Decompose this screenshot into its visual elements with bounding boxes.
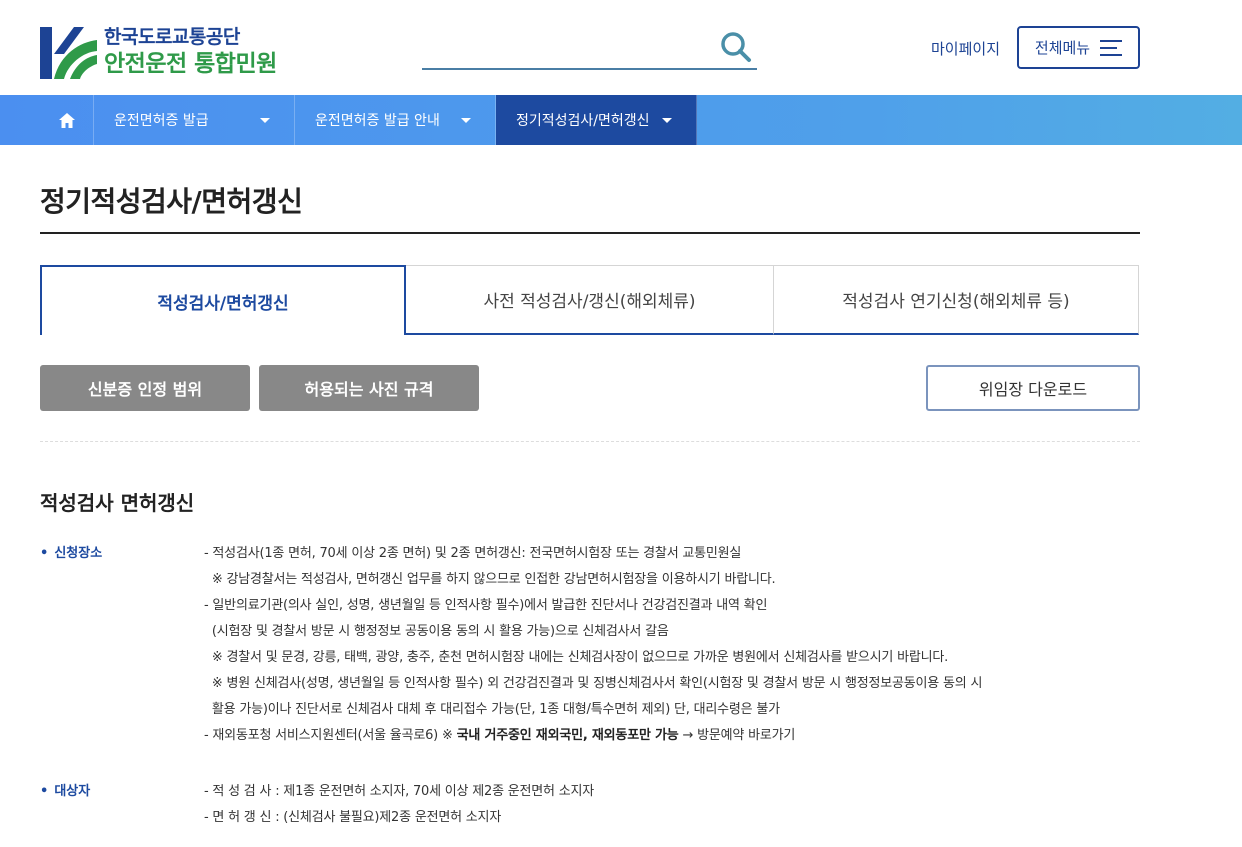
- overseas-center-text: - 재외동포청 서비스지원센터(서울 율곡로6) ※: [204, 728, 457, 743]
- place-line: (시험장 및 경찰서 방문 시 행정정보 공동이용 동의 시 활용 가능)으로 …: [204, 624, 669, 639]
- main-nav: 운전면허증 발급 운전면허증 발급 안내 정기적성검사/면허갱신: [0, 95, 1242, 145]
- caret-down-icon: [461, 118, 471, 123]
- place-line: - 일반의료기관(의사 실인, 성명, 생년월일 등 인적사항 필수)에서 발급…: [204, 598, 768, 613]
- hamburger-icon: [1100, 39, 1123, 56]
- caret-down-icon: [662, 118, 672, 123]
- mypage-link[interactable]: 마이페이지: [931, 38, 1000, 59]
- home-icon: [58, 112, 75, 128]
- search-input[interactable]: [422, 30, 757, 70]
- page-title: 정기적성검사/면허갱신: [40, 185, 303, 218]
- tab-advance-renewal-abroad[interactable]: 사전 적성검사/갱신(해외체류): [406, 265, 773, 335]
- logo-mark-icon: [40, 27, 97, 79]
- site-header: 한국도로교통공단 안전운전 통합민원 마이페이지 전체메뉴: [0, 0, 1242, 95]
- place-line: ※ 강남경찰서는 적성검사, 면허갱신 업무를 하지 않으므로 인접한 강남면허…: [204, 572, 776, 587]
- target-line: - 적 성 검 사 : 제1종 운전면허 소지자, 70세 이상 제2종 운전면…: [204, 784, 595, 799]
- place-label: 신청장소: [40, 542, 102, 561]
- nav-item-license-guide[interactable]: 운전면허증 발급 안내: [295, 95, 496, 145]
- visit-reservation-link[interactable]: → 방문예약 바로가기: [679, 728, 795, 743]
- nav-item-aptitude-renewal[interactable]: 정기적성검사/면허갱신: [496, 95, 697, 145]
- overseas-center-note: 국내 거주중인 재외국민, 재외동포만 가능: [456, 728, 679, 743]
- logo-service-name: 안전운전 통합민원: [104, 51, 277, 78]
- nav-item-label: 운전면허증 발급 안내: [315, 113, 440, 129]
- tab-postpone-request[interactable]: 적성검사 연기신청(해외체류 등): [773, 265, 1139, 335]
- place-line: - 적성검사(1종 면허, 70세 이상 2종 면허) 및 2종 면허갱신: 전…: [204, 546, 742, 561]
- divider: [40, 441, 1140, 442]
- nav-item-label: 운전면허증 발급: [114, 113, 209, 129]
- target-label: 대상자: [40, 780, 90, 799]
- place-line: ※ 병원 신체검사(성명, 생년월일 등 인적사항 필수) 외 건강검진결과 및…: [204, 676, 983, 691]
- place-line: 활용 가능)이나 진단서로 신체검사 대체 후 대리접수 가능(단, 1종 대형…: [204, 702, 780, 717]
- site-logo[interactable]: 한국도로교통공단 안전운전 통합민원: [40, 24, 277, 81]
- search-icon[interactable]: [719, 30, 753, 64]
- proxy-form-download-button[interactable]: 위임장 다운로드: [926, 365, 1140, 411]
- all-menu-label: 전체메뉴: [1034, 39, 1091, 57]
- logo-org-name: 한국도로교통공단: [104, 26, 240, 49]
- photo-spec-button[interactable]: 허용되는 사진 규격: [259, 365, 479, 411]
- nav-home-button[interactable]: [40, 95, 94, 145]
- section-title: 적성검사 면허갱신: [40, 491, 195, 515]
- nav-item-license-issue[interactable]: 운전면허증 발급: [94, 95, 295, 145]
- nav-item-label: 정기적성검사/면허갱신: [516, 113, 650, 129]
- tab-bar: 적성검사/면허갱신 사전 적성검사/갱신(해외체류) 적성검사 연기신청(해외체…: [40, 265, 1140, 335]
- caret-down-icon: [260, 118, 270, 123]
- tab-aptitude-renewal[interactable]: 적성검사/면허갱신: [40, 265, 406, 335]
- id-range-button[interactable]: 신분증 인정 범위: [40, 365, 250, 411]
- place-line: ※ 경찰서 및 문경, 강릉, 태백, 광양, 충주, 춘천 면허시험장 내에는…: [204, 650, 949, 665]
- all-menu-button[interactable]: 전체메뉴: [1017, 26, 1140, 69]
- target-line: - 면 허 갱 신 : (신체검사 불필요)제2종 운전면허 소지자: [204, 810, 502, 825]
- title-divider: [40, 232, 1140, 234]
- place-line-overseas-center: - 재외동포청 서비스지원센터(서울 율곡로6) ※ 국내 거주중인 재외국민,…: [204, 724, 795, 743]
